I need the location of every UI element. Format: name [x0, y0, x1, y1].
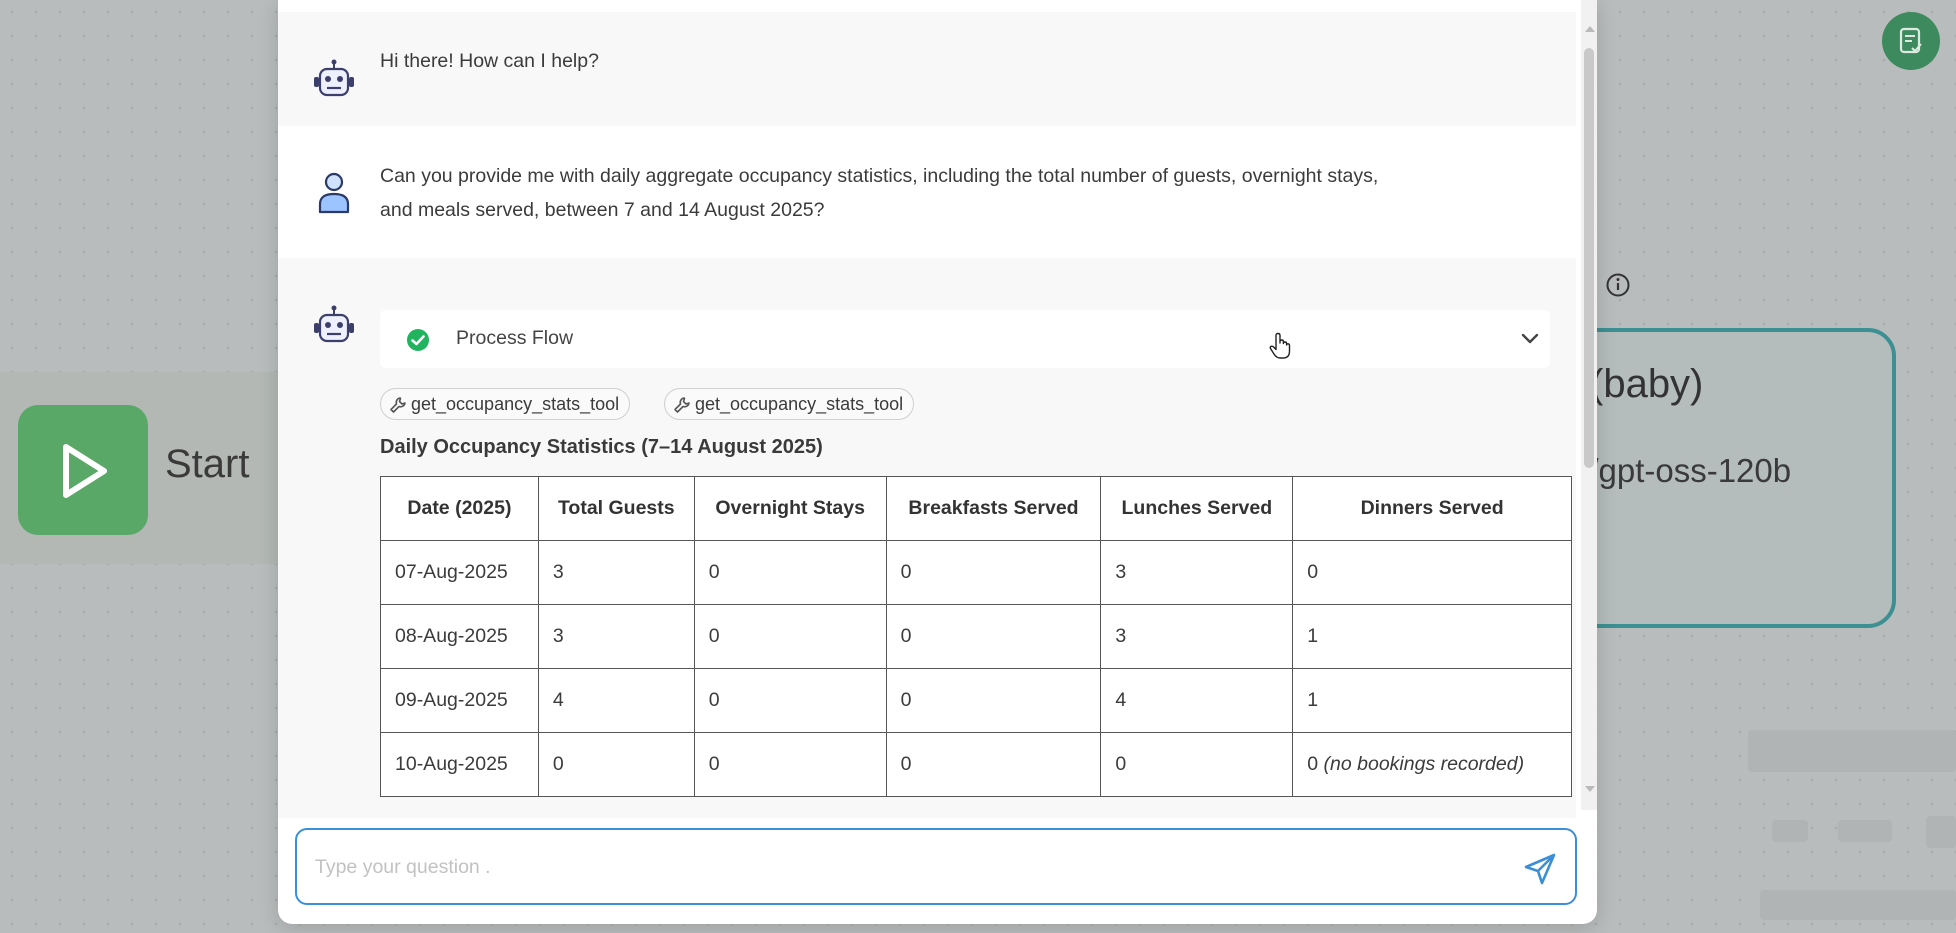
table-row: 07-Aug-2025 3 0 0 3 0	[380, 540, 1572, 605]
llm-node-model: i/gpt-oss-120b	[1582, 452, 1792, 489]
process-flow-label: Process Flow	[456, 327, 574, 349]
robot-icon	[314, 59, 354, 97]
table-header-row: Date (2025) Total Guests Overnight Stays…	[380, 476, 1572, 541]
table-cell: 0 (no bookings recorded)	[1292, 732, 1572, 797]
tool-call-chip[interactable]: get_occupancy_stats_tool	[380, 388, 631, 420]
bot-response: Process Flow get_occupancy_stats_tool ge…	[278, 258, 1576, 818]
table-cell: 3	[537, 604, 695, 669]
table-cell: 0	[693, 604, 887, 669]
canvas-control	[1772, 820, 1808, 842]
table-row: 08-Aug-2025 3 0 0 3 1	[380, 604, 1572, 669]
table-cell-value: 0	[1307, 753, 1319, 775]
chat-modal: Hi there! How can I help? Can you provid…	[278, 0, 1597, 924]
check-circle-icon	[407, 329, 429, 351]
table-cell: 1	[1292, 604, 1572, 669]
table-cell: 09-Aug-2025	[380, 668, 539, 733]
llm-node-title: (baby)	[1590, 362, 1704, 406]
occupancy-table: Date (2025) Total Guests Overnight Stays…	[380, 476, 1572, 797]
table-cell: 07-Aug-2025	[380, 540, 539, 605]
table-row: 10-Aug-2025 0 0 0 0 0 (no bookings recor…	[380, 732, 1572, 797]
table-cell: 4	[537, 668, 695, 733]
table-cell: 10-Aug-2025	[380, 732, 539, 797]
table-cell: 0	[885, 668, 1102, 733]
table-cell: 0	[537, 732, 695, 797]
header-total-guests: Total Guests	[537, 476, 695, 541]
table-cell: 1	[1292, 668, 1572, 733]
tool-call-name: get_occupancy_stats_tool	[695, 394, 904, 414]
robot-icon	[314, 305, 354, 343]
table-cell: 3	[1100, 540, 1294, 605]
table-cell: 0	[1100, 732, 1294, 797]
play-icon	[63, 444, 107, 498]
canvas-control	[1926, 816, 1956, 848]
scroll-down-arrow[interactable]	[1585, 786, 1595, 792]
send-icon[interactable]	[1523, 852, 1557, 886]
notes-button[interactable]	[1882, 12, 1940, 70]
table-cell: 3	[537, 540, 695, 605]
tool-call-name: get_occupancy_stats_tool	[411, 394, 620, 414]
tool-call-chip[interactable]: get_occupancy_stats_tool	[664, 388, 915, 420]
bot-message: Hi there! How can I help?	[278, 12, 1576, 126]
user-message: Can you provide me with daily aggregate …	[278, 126, 1576, 258]
header-breakfasts-served: Breakfasts Served	[885, 476, 1102, 541]
user-icon	[318, 172, 350, 214]
process-flow-toggle[interactable]: Process Flow	[380, 310, 1550, 368]
bot-greeting-text: Hi there! How can I help?	[380, 50, 599, 72]
question-input-box[interactable]	[295, 828, 1577, 905]
canvas-panel	[1760, 890, 1956, 920]
wrench-icon	[390, 397, 406, 413]
chevron-down-icon[interactable]	[1521, 332, 1539, 346]
table-cell: 3	[1100, 604, 1294, 669]
notes-icon	[1899, 27, 1922, 54]
table-cell: 0	[693, 668, 887, 733]
table-cell: 0	[1292, 540, 1572, 605]
table-cell: 0	[693, 540, 887, 605]
header-date: Date (2025)	[380, 476, 539, 541]
question-input[interactable]	[313, 848, 1497, 886]
user-message-line-2: and meals served, between 7 and 14 Augus…	[380, 199, 825, 221]
info-icon[interactable]	[1605, 272, 1631, 298]
hand-cursor-icon	[1269, 332, 1291, 359]
wrench-icon	[674, 397, 690, 413]
start-node-label: Start	[165, 442, 250, 486]
canvas-panel	[1748, 730, 1956, 772]
table-cell: 0	[885, 604, 1102, 669]
start-node[interactable]	[18, 405, 148, 535]
table-cell: 0	[885, 732, 1102, 797]
table-title: Daily Occupancy Statistics (7–14 August …	[380, 436, 823, 458]
no-bookings-note: (no bookings recorded)	[1323, 753, 1525, 775]
canvas-control	[1838, 820, 1892, 842]
table-cell: 0	[885, 540, 1102, 605]
table-row: 09-Aug-2025 4 0 0 4 1	[380, 668, 1572, 733]
header-overnight-stays: Overnight Stays	[693, 476, 887, 541]
user-message-line-1: Can you provide me with daily aggregate …	[380, 165, 1379, 187]
scroll-up-arrow[interactable]	[1585, 26, 1595, 32]
table-cell: 08-Aug-2025	[380, 604, 539, 669]
chat-scrollbar[interactable]	[1581, 0, 1597, 810]
scroll-thumb[interactable]	[1584, 48, 1594, 468]
header-lunches-served: Lunches Served	[1100, 476, 1294, 541]
table-cell: 4	[1100, 668, 1294, 733]
header-dinners-served: Dinners Served	[1292, 476, 1572, 541]
table-cell: 0	[693, 732, 887, 797]
